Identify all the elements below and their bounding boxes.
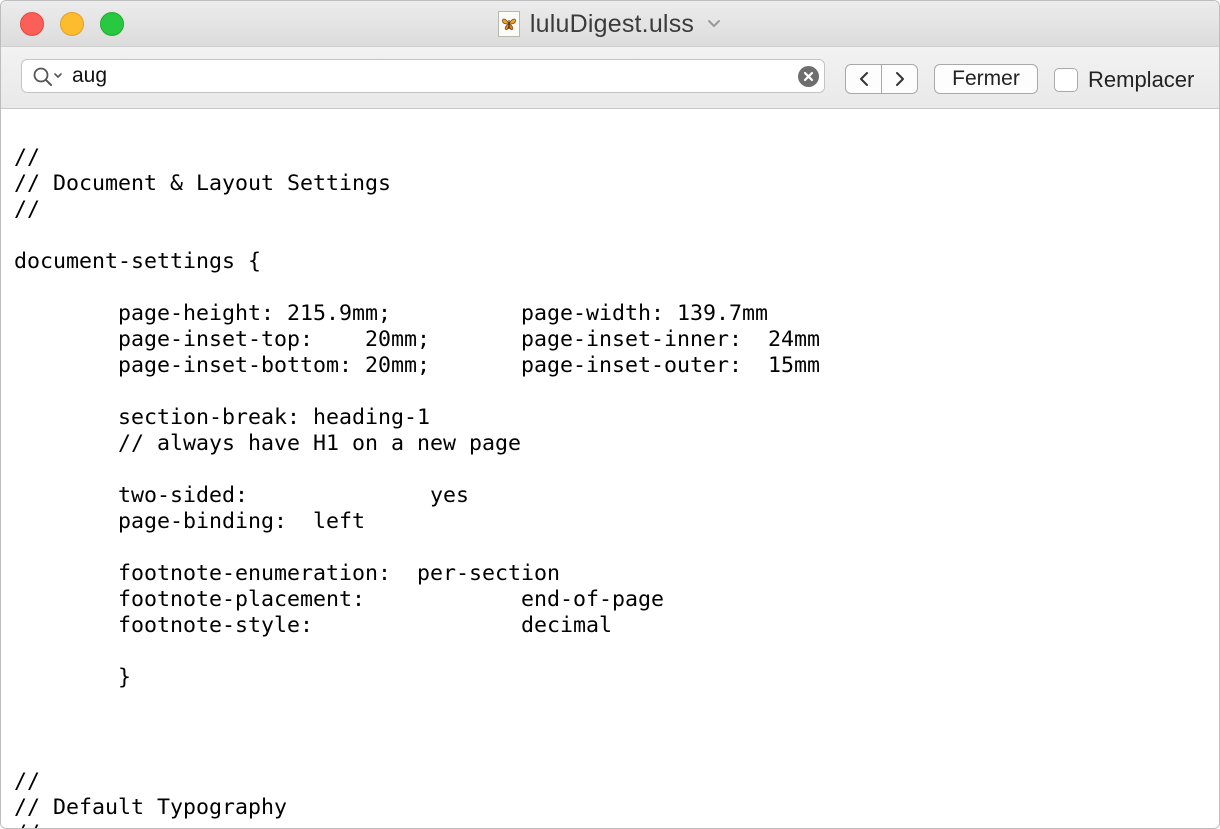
code-line[interactable] bbox=[14, 717, 820, 743]
search-field[interactable] bbox=[21, 59, 825, 93]
code-line[interactable] bbox=[14, 119, 820, 145]
code-line[interactable] bbox=[14, 223, 820, 249]
replace-checkbox[interactable] bbox=[1054, 68, 1078, 92]
clear-search-icon[interactable] bbox=[798, 66, 819, 87]
find-bar: Fermer bbox=[1, 47, 1219, 109]
code-line[interactable]: page-height: 215.9mm; page-width: 139.7m… bbox=[14, 301, 820, 327]
title-bar[interactable]: luluDigest.ulss bbox=[1, 1, 1219, 47]
window-title-group[interactable]: luluDigest.ulss bbox=[1, 9, 1219, 39]
chevron-right-icon bbox=[895, 72, 904, 86]
code-line[interactable]: footnote-placement: end-of-page bbox=[14, 587, 820, 613]
code-line[interactable]: page-binding: left bbox=[14, 509, 820, 535]
code-line[interactable]: // bbox=[14, 769, 820, 795]
replace-label[interactable]: Remplacer bbox=[1088, 67, 1194, 93]
code-line[interactable]: // bbox=[14, 821, 820, 828]
code-line[interactable] bbox=[14, 691, 820, 717]
find-previous-button[interactable] bbox=[846, 65, 881, 93]
code-line[interactable]: // bbox=[14, 145, 820, 171]
find-next-button[interactable] bbox=[881, 65, 917, 93]
code-line[interactable]: two-sided: yes bbox=[14, 483, 820, 509]
code-line[interactable]: section-break: heading-1 bbox=[14, 405, 820, 431]
code-line[interactable]: } bbox=[14, 665, 820, 691]
code-line[interactable] bbox=[14, 275, 820, 301]
search-options-icon[interactable] bbox=[32, 66, 66, 88]
code-text[interactable]: //// Document & Layout Settings//documen… bbox=[14, 119, 820, 828]
code-line[interactable] bbox=[14, 457, 820, 483]
chevron-left-icon bbox=[859, 72, 868, 86]
search-input[interactable] bbox=[72, 63, 784, 89]
code-line[interactable]: // always have H1 on a new page bbox=[14, 431, 820, 457]
find-navigation bbox=[845, 64, 918, 94]
butterfly-document-icon bbox=[497, 11, 520, 37]
code-line[interactable]: page-inset-bottom: 20mm; page-inset-oute… bbox=[14, 353, 820, 379]
code-line[interactable]: // bbox=[14, 197, 820, 223]
window-title: luluDigest.ulss bbox=[529, 9, 695, 38]
code-line[interactable] bbox=[14, 639, 820, 665]
code-line[interactable]: page-inset-top: 20mm; page-inset-inner: … bbox=[14, 327, 820, 353]
chevron-down-icon[interactable] bbox=[706, 16, 722, 32]
code-line[interactable] bbox=[14, 535, 820, 561]
code-line[interactable]: document-settings { bbox=[14, 249, 820, 275]
code-line[interactable]: // Default Typography bbox=[14, 795, 820, 821]
code-line[interactable] bbox=[14, 379, 820, 405]
editor-window: luluDigest.ulss aug Fermer Remplacer // … bbox=[0, 0, 1220, 829]
close-find-button[interactable]: Fermer bbox=[934, 64, 1038, 94]
code-line[interactable] bbox=[14, 743, 820, 769]
code-line[interactable]: footnote-enumeration: per-section bbox=[14, 561, 820, 587]
text-editor[interactable]: //// Document & Layout Settings//documen… bbox=[1, 109, 1219, 828]
code-line[interactable]: footnote-style: decimal bbox=[14, 613, 820, 639]
code-line[interactable]: // Document & Layout Settings bbox=[14, 171, 820, 197]
